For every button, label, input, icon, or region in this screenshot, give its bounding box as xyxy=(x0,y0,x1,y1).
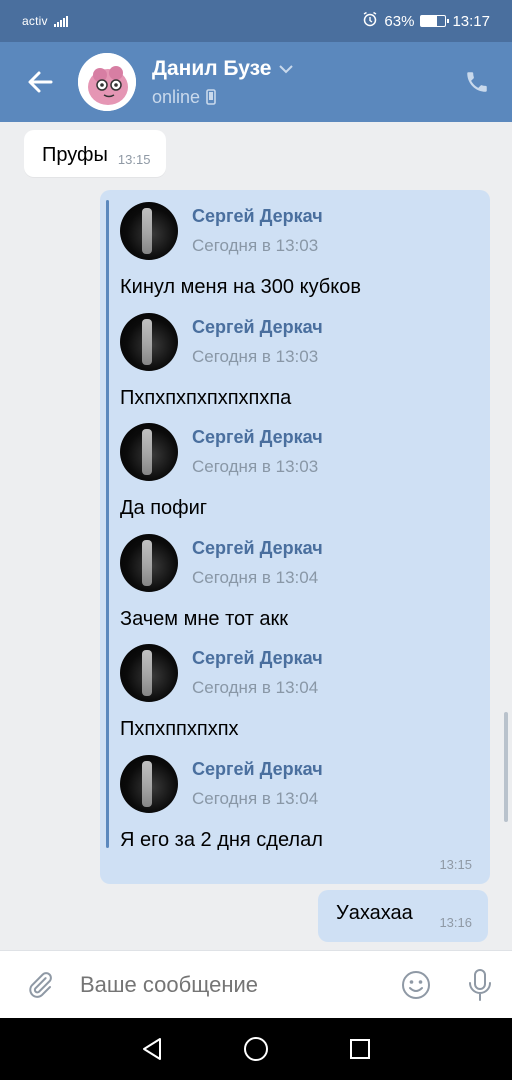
mobile-phone-icon xyxy=(206,89,216,105)
message-date: Сегодня в 13:04 xyxy=(192,678,319,697)
nav-recents-button[interactable] xyxy=(330,1018,390,1080)
message-date: Сегодня в 13:04 xyxy=(192,788,319,808)
message-date: Сегодня в 13:03 xyxy=(192,457,319,476)
message-date: Сегодня в 13:03 xyxy=(192,236,319,255)
contact-avatar[interactable] xyxy=(78,53,136,111)
author-name[interactable]: Сергей Деркач xyxy=(192,648,323,669)
forwarded-text: Пхпхппхпхпх xyxy=(120,718,239,740)
nav-home-button[interactable] xyxy=(226,1018,286,1080)
author-name[interactable]: Сергей Деркач xyxy=(192,427,323,448)
forwarded-item: Сергей Деркач Сегодня в 13:04 Зачем мне … xyxy=(120,532,480,643)
author-name[interactable]: Сергей Деркач xyxy=(192,317,323,338)
forwarded-text: Да пофиг xyxy=(120,497,208,519)
back-arrow-icon xyxy=(28,71,53,93)
system-nav-bar xyxy=(0,1018,512,1080)
author-avatar[interactable] xyxy=(120,423,178,481)
message-time: 13:15 xyxy=(117,152,151,167)
square-recents-icon xyxy=(350,1039,370,1059)
attach-button[interactable] xyxy=(0,951,80,1019)
outgoing-message[interactable]: Уахахаа 13:16 xyxy=(318,890,488,942)
paperclip-icon xyxy=(29,971,52,998)
forward-indicator-line xyxy=(106,200,109,848)
forwarded-message[interactable]: Сергей Деркач Сегодня в 13:03 Кинул меня… xyxy=(100,190,490,884)
author-avatar[interactable] xyxy=(120,644,178,702)
status-left: activ xyxy=(22,14,68,28)
emoji-button[interactable] xyxy=(384,951,448,1019)
status-bar: activ 63% 13:17 xyxy=(0,0,512,42)
incoming-message[interactable]: Пруфы 13:15 xyxy=(24,130,167,177)
message-date: Сегодня в 13:04 xyxy=(192,567,319,587)
triangle-back-icon xyxy=(143,1038,161,1060)
message-composer xyxy=(0,950,512,1018)
scrollbar[interactable] xyxy=(504,712,508,822)
carrier-label: activ xyxy=(22,14,48,28)
contact-status: online xyxy=(152,86,201,107)
forwarded-text: Зачем мне тот акк xyxy=(120,607,289,630)
forwarded-item: Сергей Деркач Сегодня в 13:03 Кинул меня… xyxy=(120,200,480,311)
author-name[interactable]: Сергей Деркач xyxy=(192,538,323,559)
clock: 13:17 xyxy=(452,12,490,30)
message-date: Сегодня в 13:03 xyxy=(192,346,319,366)
forwarded-item: Сергей Деркач Сегодня в 13:03 Пхпхпхпхпх… xyxy=(120,311,480,422)
message-text: Уахахаа xyxy=(336,901,413,924)
forwarded-item: Сергей Деркач Сегодня в 13:04 Я его за 2… xyxy=(120,753,480,864)
author-avatar[interactable] xyxy=(120,754,178,813)
message-time: 13:15 xyxy=(439,857,472,872)
nav-back-button[interactable] xyxy=(122,1018,182,1080)
forwarded-item: Сергей Деркач Сегодня в 13:03 Да пофиг xyxy=(120,421,480,532)
battery-icon xyxy=(420,15,450,27)
forwarded-text: Я его за 2 дня сделал xyxy=(120,828,323,851)
battery-percent: 63% xyxy=(384,12,415,30)
forwarded-item: Сергей Деркач Сегодня в 13:04 Пхпхппхпхп… xyxy=(120,642,480,753)
call-button[interactable] xyxy=(442,42,512,122)
back-button[interactable] xyxy=(0,42,80,122)
forwarded-list: Сергей Деркач Сегодня в 13:03 Кинул меня… xyxy=(120,200,480,863)
alarm-icon xyxy=(362,11,378,31)
status-right: 63% 13:17 xyxy=(362,11,490,31)
signal-icon xyxy=(53,15,68,27)
contact-info[interactable]: Данил Бузе online xyxy=(152,56,294,108)
author-name[interactable]: Сергей Деркач xyxy=(192,206,323,227)
chevron-down-icon xyxy=(279,64,294,73)
microphone-icon xyxy=(469,968,491,1001)
author-avatar[interactable] xyxy=(120,533,178,592)
message-input[interactable] xyxy=(80,971,384,998)
smiley-icon xyxy=(402,970,430,999)
voice-message-button[interactable] xyxy=(448,951,512,1019)
phone-icon xyxy=(467,72,487,92)
author-name[interactable]: Сергей Деркач xyxy=(192,759,323,780)
chat-header: Данил Бузе online xyxy=(0,42,512,122)
author-avatar[interactable] xyxy=(120,202,178,260)
circle-home-icon xyxy=(244,1037,268,1061)
forwarded-text: Кинул меня на 300 кубков xyxy=(120,276,361,298)
chat-area[interactable]: Пруфы 13:15 Сергей Деркач Сегодня в 13:0… xyxy=(0,122,512,950)
forwarded-text: Пхпхпхпхпхпхпхпа xyxy=(120,386,292,409)
message-time: 13:16 xyxy=(439,914,472,930)
message-text: Пруфы xyxy=(42,144,108,166)
contact-name: Данил Бузе xyxy=(152,56,272,80)
author-avatar[interactable] xyxy=(120,312,178,371)
